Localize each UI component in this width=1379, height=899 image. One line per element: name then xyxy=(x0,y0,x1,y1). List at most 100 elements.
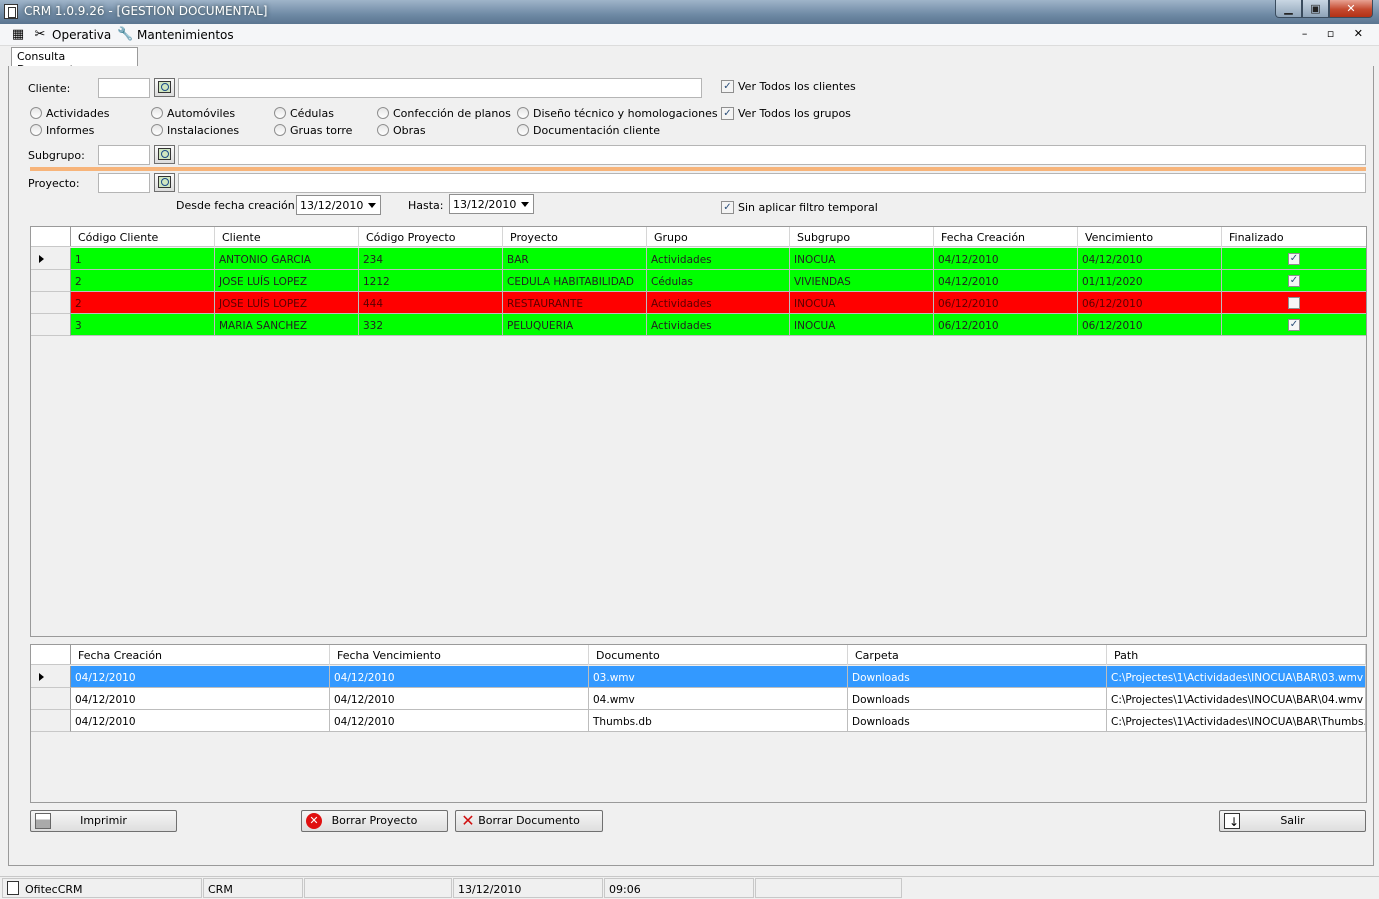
radio-actividades[interactable]: Actividades xyxy=(30,107,110,121)
table-cell[interactable]: JOSE LUÍS LOPEZ xyxy=(215,270,359,292)
table-cell[interactable]: 01/11/2020 xyxy=(1078,270,1222,292)
row-header[interactable] xyxy=(31,270,71,292)
subgrupo-code-input[interactable] xyxy=(98,145,150,165)
table-row[interactable]: 3 MARIA SANCHEZ 332 PELUQUERIA Actividades IN… xyxy=(31,314,1366,336)
tab-consulta-documentos[interactable]: Consulta Documentos xyxy=(11,47,138,76)
table-cell[interactable]: 04/12/2010 xyxy=(71,688,330,710)
radio-confeccion-planos[interactable]: Confección de planos xyxy=(377,107,511,121)
table-cell[interactable]: 04/12/2010 xyxy=(934,270,1078,292)
table-cell[interactable]: 3 xyxy=(71,314,215,336)
table-row[interactable]: 2 JOSE LUÍS LOPEZ 1212 CEDULA HABITABILIDAD… xyxy=(31,270,1366,292)
cliente-search-button[interactable] xyxy=(154,78,175,97)
col-finalizado[interactable]: Finalizado xyxy=(1222,227,1366,247)
checkbox-checked[interactable]: ✓ xyxy=(1288,319,1300,331)
radio-obras[interactable]: Obras xyxy=(377,124,426,138)
table-row[interactable]: 04/12/2010 04/12/2010 03.wmv Downloads C:\Pr… xyxy=(31,666,1366,688)
table-row[interactable]: 04/12/2010 04/12/2010 04.wmv Downloads C:\Pr… xyxy=(31,688,1366,710)
col-codigo-cliente[interactable]: Código Cliente xyxy=(71,227,215,247)
table-cell[interactable]: JOSE LUÍS LOPEZ xyxy=(215,292,359,314)
table-cell[interactable]: INOCUA xyxy=(790,314,934,336)
imprimir-button[interactable]: Imprimir xyxy=(30,810,177,832)
proyecto-code-input[interactable] xyxy=(98,173,150,193)
col-fecha-creacion[interactable]: Fecha Creación xyxy=(71,645,330,665)
table-row[interactable]: 04/12/2010 04/12/2010 Thumbs.db Downloads C:… xyxy=(31,710,1366,732)
table-cell[interactable]: ANTONIO GARCIA xyxy=(215,248,359,270)
row-header[interactable] xyxy=(31,314,71,336)
table-cell[interactable]: 06/12/2010 xyxy=(934,292,1078,314)
borrar-proyecto-button[interactable]: ✕ Borrar Proyecto xyxy=(301,810,448,832)
ver-todos-grupos-checkbox[interactable]: ✓ Ver Todos los grupos xyxy=(721,107,851,121)
table-cell[interactable]: 04/12/2010 xyxy=(330,710,589,732)
row-header[interactable] xyxy=(31,688,71,710)
row-header[interactable] xyxy=(31,248,71,270)
table-cell[interactable]: C:\Projectes\1\Actividades\INOCUA\BAR\04… xyxy=(1107,688,1366,710)
menu-operativa[interactable]: ✂ Operativa xyxy=(32,27,112,43)
radio-diseno-tecnico[interactable]: Diseño técnico y homologaciones xyxy=(517,107,718,121)
col-documento[interactable]: Documento xyxy=(589,645,848,665)
table-cell[interactable]: 1212 xyxy=(359,270,503,292)
hasta-fecha-picker[interactable]: 13/12/2010 xyxy=(449,194,534,214)
table-cell[interactable]: 04/12/2010 xyxy=(934,248,1078,270)
finalizado-cell[interactable]: ✓ xyxy=(1222,270,1366,292)
table-cell[interactable]: INOCUA xyxy=(790,248,934,270)
table-cell[interactable]: 1 xyxy=(71,248,215,270)
table-cell[interactable]: C:\Projectes\1\Actividades\INOCUA\BAR\Th… xyxy=(1107,710,1366,732)
table-cell[interactable]: 06/12/2010 xyxy=(1078,314,1222,336)
close-button[interactable]: ✕ xyxy=(1329,0,1373,18)
table-cell[interactable]: C:\Projectes\1\Actividades\INOCUA\BAR\03… xyxy=(1107,666,1366,688)
col-cliente[interactable]: Cliente xyxy=(215,227,359,247)
col-proyecto[interactable]: Proyecto xyxy=(503,227,647,247)
finalizado-cell[interactable]: ✓ xyxy=(1222,314,1366,336)
radio-instalaciones[interactable]: Instalaciones xyxy=(151,124,239,138)
table-row[interactable]: 1 ANTONIO GARCIA 234 BAR Actividades INOCUA 04… xyxy=(31,248,1366,270)
table-cell[interactable]: BAR xyxy=(503,248,647,270)
proyecto-search-button[interactable] xyxy=(154,173,175,192)
table-cell[interactable]: 444 xyxy=(359,292,503,314)
col-carpeta[interactable]: Carpeta xyxy=(848,645,1107,665)
col-grupo[interactable]: Grupo xyxy=(647,227,790,247)
salir-button[interactable]: Salir xyxy=(1219,810,1366,832)
table-cell[interactable]: Actividades xyxy=(647,248,790,270)
radio-informes[interactable]: Informes xyxy=(30,124,94,138)
radio-documentacion-cliente[interactable]: Documentación cliente xyxy=(517,124,660,138)
cliente-name-input[interactable] xyxy=(178,78,702,98)
subgrupo-name-input[interactable] xyxy=(178,145,1366,165)
borrar-documento-button[interactable]: ✕ Borrar Documento xyxy=(455,810,603,832)
col-codigo-proyecto[interactable]: Código Proyecto xyxy=(359,227,503,247)
row-header[interactable] xyxy=(31,292,71,314)
checkbox-checked[interactable]: ✓ xyxy=(1288,253,1300,265)
mdi-window-icon[interactable]: ▦ xyxy=(10,27,26,43)
minimize-button[interactable]: ▁ xyxy=(1275,0,1302,18)
subgrupo-search-button[interactable] xyxy=(154,145,175,164)
col-fecha-vencimiento[interactable]: Fecha Vencimiento xyxy=(330,645,589,665)
proyecto-name-input[interactable] xyxy=(178,173,1366,193)
table-cell[interactable]: 04/12/2010 xyxy=(330,688,589,710)
table-cell[interactable]: Downloads xyxy=(848,666,1107,688)
col-path[interactable]: Path xyxy=(1107,645,1366,665)
table-cell[interactable]: 03.wmv xyxy=(589,666,848,688)
row-header[interactable] xyxy=(31,710,71,732)
table-cell[interactable]: 2 xyxy=(71,270,215,292)
finalizado-cell[interactable]: ✓ xyxy=(1222,248,1366,270)
radio-automoviles[interactable]: Automóviles xyxy=(151,107,235,121)
maximize-button[interactable]: ▣ xyxy=(1302,0,1329,18)
table-cell[interactable]: 234 xyxy=(359,248,503,270)
table-cell[interactable]: 04/12/2010 xyxy=(330,666,589,688)
col-subgrupo[interactable]: Subgrupo xyxy=(790,227,934,247)
mdi-controls[interactable]: – ▫ ✕ xyxy=(1302,27,1371,40)
table-cell[interactable]: INOCUA xyxy=(790,292,934,314)
finalizado-cell[interactable] xyxy=(1222,292,1366,314)
table-cell[interactable]: 04/12/2010 xyxy=(1078,248,1222,270)
table-cell[interactable]: Actividades xyxy=(647,292,790,314)
table-cell[interactable]: VIVIENDAS xyxy=(790,270,934,292)
col-vencimiento[interactable]: Vencimiento xyxy=(1078,227,1222,247)
table-cell[interactable]: 06/12/2010 xyxy=(934,314,1078,336)
table-cell[interactable]: 04/12/2010 xyxy=(71,666,330,688)
row-header[interactable] xyxy=(31,666,71,688)
table-cell[interactable]: Downloads xyxy=(848,688,1107,710)
table-cell[interactable]: Cédulas xyxy=(647,270,790,292)
table-cell[interactable]: 06/12/2010 xyxy=(1078,292,1222,314)
table-cell[interactable]: 04/12/2010 xyxy=(71,710,330,732)
sin-filtro-temporal-checkbox[interactable]: ✓ Sin aplicar filtro temporal xyxy=(721,201,878,215)
table-cell[interactable]: Actividades xyxy=(647,314,790,336)
